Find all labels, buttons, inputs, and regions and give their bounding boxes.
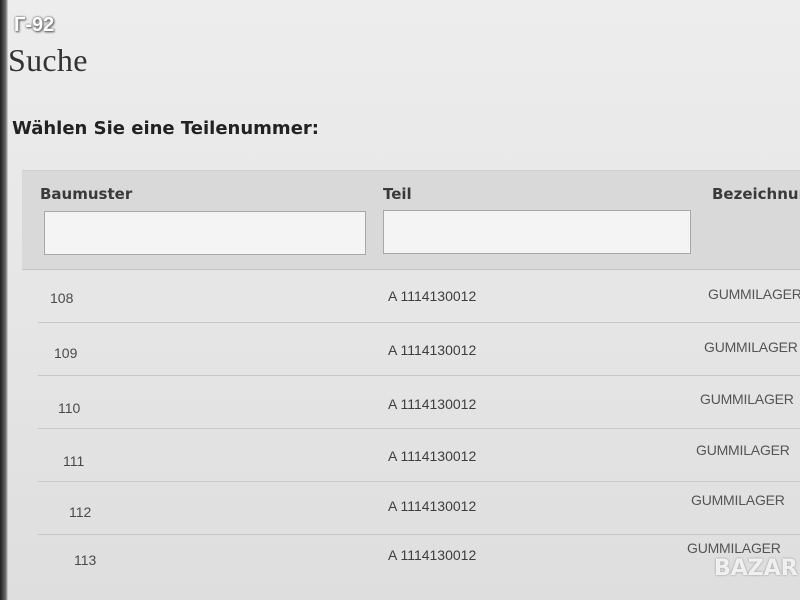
cell-teil: A 1114130012 <box>388 448 477 464</box>
cell-bezeichnung: GUMMILAGER <box>704 339 798 355</box>
cell-teil: A 1114130012 <box>388 498 477 514</box>
cell-bezeichnung: GUMMILAGER <box>687 540 781 556</box>
page-title: Suche <box>8 42 88 78</box>
cell-baumuster: 111 <box>63 453 85 469</box>
cell-baumuster: 113 <box>74 552 97 568</box>
table-row[interactable]: 108 A 1114130012 GUMMILAGER <box>38 270 800 323</box>
cell-bezeichnung: GUMMILAGER <box>700 391 794 407</box>
cell-baumuster: 109 <box>54 345 78 361</box>
table-row[interactable]: 110 A 1114130012 GUMMILAGER <box>38 376 800 429</box>
column-header-bezeichnung[interactable]: Bezeichnun <box>712 185 800 203</box>
table-row[interactable]: 111 A 1114130012 GUMMILAGER <box>38 429 800 482</box>
cell-teil: A 1114130012 <box>388 342 477 358</box>
cell-teil: A 1114130012 <box>388 547 477 563</box>
monitor-bezel <box>0 0 8 600</box>
watermark-label: Г-92 <box>14 14 55 36</box>
table-row[interactable]: 112 A 1114130012 GUMMILAGER <box>38 482 800 535</box>
column-header-teil[interactable]: Teil <box>383 185 412 203</box>
monitor-screen: Suche Wählen Sie eine Teilenummer: Baumu… <box>0 0 800 600</box>
table-filter-header: Baumuster Teil Bezeichnun <box>22 170 800 270</box>
section-heading: Wählen Sie eine Teilenummer: <box>12 118 319 139</box>
watermark-logo: BAZAR <box>714 556 798 581</box>
cell-bezeichnung: GUMMILAGER <box>708 286 800 302</box>
table-row[interactable]: 109 A 1114130012 GUMMILAGER <box>38 323 800 376</box>
column-header-baumuster[interactable]: Baumuster <box>40 185 132 203</box>
cell-teil: A 1114130012 <box>388 288 477 304</box>
baumuster-filter-input[interactable] <box>44 211 366 255</box>
cell-baumuster: 110 <box>58 400 81 416</box>
cell-teil: A 1114130012 <box>388 396 477 412</box>
cell-bezeichnung: GUMMILAGER <box>696 442 790 458</box>
cell-bezeichnung: GUMMILAGER <box>691 492 785 508</box>
teil-filter-input[interactable] <box>383 210 691 254</box>
table-row[interactable]: 113 A 1114130012 GUMMILAGER <box>38 535 800 587</box>
cell-baumuster: 112 <box>69 504 92 520</box>
cell-baumuster: 108 <box>50 290 74 306</box>
